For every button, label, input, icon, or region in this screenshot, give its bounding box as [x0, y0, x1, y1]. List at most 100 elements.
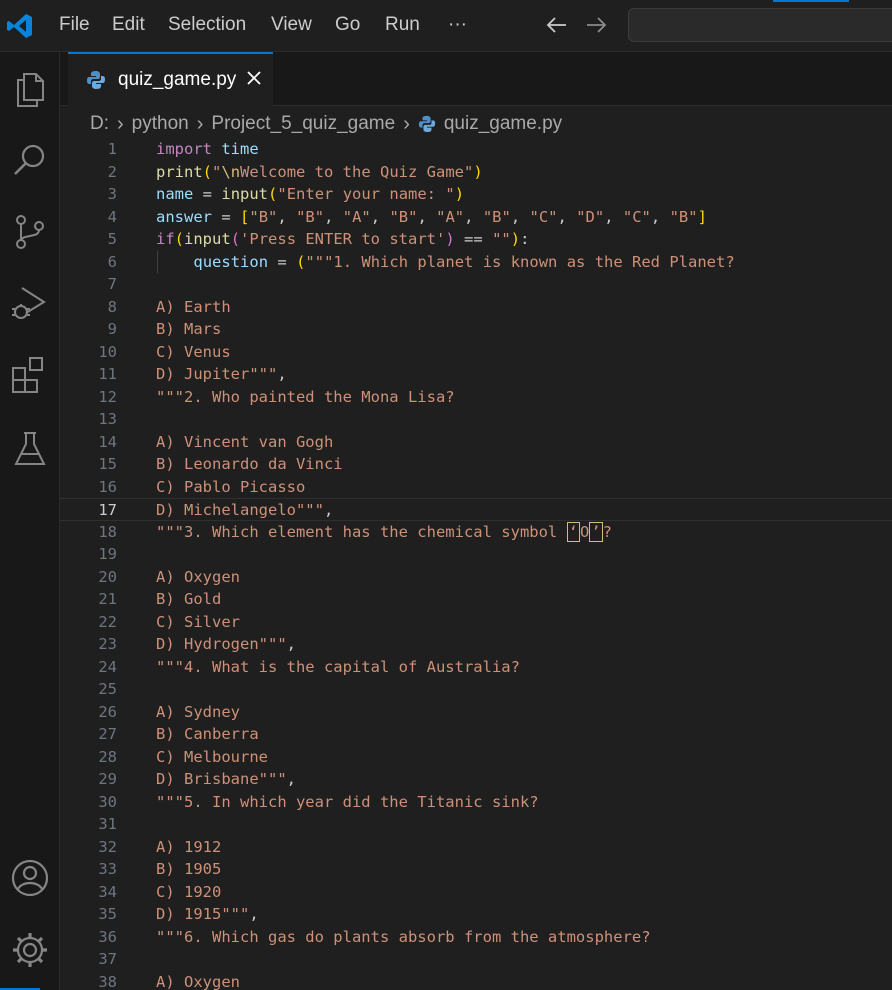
code-line[interactable]: 32 A) 1912: [60, 836, 892, 859]
line-number: 16: [98, 477, 117, 496]
line-number: 38: [98, 972, 117, 990]
source-control-icon[interactable]: [10, 212, 50, 252]
breadcrumb-file[interactable]: quiz_game.py: [444, 113, 562, 135]
code-text: """6. Which gas do plants absorb from th…: [156, 927, 651, 946]
code-line[interactable]: 10 C) Venus: [60, 341, 892, 364]
code-line[interactable]: 34 C) 1920: [60, 881, 892, 904]
code-line[interactable]: 26 A) Sydney: [60, 701, 892, 724]
line-number: 5: [107, 230, 117, 248]
line-number: 34: [98, 882, 117, 901]
testing-icon[interactable]: [10, 428, 50, 468]
code-line[interactable]: 29 D) Brisbane""",: [60, 768, 892, 791]
code-line[interactable]: 11 D) Jupiter""",: [60, 363, 892, 386]
menu-selection[interactable]: Selection: [168, 14, 246, 36]
code-line[interactable]: 2 print("\nWelcome to the Quiz Game"): [60, 161, 892, 184]
code-line[interactable]: 5 if(input('Press ENTER to start') == "")…: [60, 228, 892, 251]
code-text: """3. Which element has the chemical sym…: [156, 521, 612, 542]
breadcrumb-folder-python[interactable]: python: [132, 113, 189, 135]
command-center-search[interactable]: [628, 8, 892, 42]
code-line[interactable]: 25: [60, 678, 892, 701]
menu-edit[interactable]: Edit: [112, 14, 145, 36]
code-line[interactable]: 24 """4. What is the capital of Australia…: [60, 656, 892, 679]
code-line[interactable]: 8 A) Earth: [60, 296, 892, 319]
line-number: 2: [107, 162, 117, 181]
menu-view[interactable]: View: [271, 14, 312, 36]
line-number: 32: [98, 837, 117, 856]
code-line[interactable]: 19: [60, 543, 892, 566]
code-line[interactable]: 21 B) Gold: [60, 588, 892, 611]
code-line[interactable]: 18 """3. Which element has the chemical s…: [60, 521, 892, 544]
menu-more[interactable]: ···: [448, 14, 467, 36]
forward-arrow-icon[interactable]: [583, 12, 609, 38]
code-text: name = input("Enter your name: "): [156, 185, 465, 203]
breadcrumb-folder-project[interactable]: Project_5_quiz_game: [211, 113, 395, 135]
extensions-icon[interactable]: [10, 354, 50, 394]
code-line[interactable]: 38 A) Oxygen: [60, 971, 892, 990]
line-number: 9: [107, 320, 117, 338]
line-number: 18: [98, 522, 117, 541]
explorer-icon[interactable]: [10, 68, 50, 108]
close-icon[interactable]: [244, 68, 264, 88]
code-line[interactable]: 23 D) Hydrogen""",: [60, 633, 892, 656]
code-line[interactable]: 13: [60, 408, 892, 431]
code-line[interactable]: 9 B) Mars: [60, 318, 892, 341]
line-number: 37: [98, 950, 117, 968]
code-text: A) Earth: [156, 297, 231, 316]
tab-label: quiz_game.py: [118, 69, 237, 90]
editor-tab-bar: quiz_game.py: [60, 52, 892, 106]
search-icon[interactable]: [10, 140, 50, 180]
code-line[interactable]: 12 """2. Who painted the Mona Lisa?: [60, 386, 892, 409]
menu-file[interactable]: File: [59, 14, 90, 36]
code-text: B) Leonardo da Vinci: [156, 455, 343, 473]
line-number: 8: [107, 297, 117, 316]
line-number: 14: [98, 432, 117, 451]
run-debug-icon[interactable]: [10, 282, 50, 322]
line-number: 19: [98, 545, 117, 563]
code-line[interactable]: 27 B) Canberra: [60, 723, 892, 746]
code-line[interactable]: 16 C) Pablo Picasso: [60, 476, 892, 499]
code-text: import time: [156, 140, 259, 158]
back-arrow-icon[interactable]: [544, 12, 570, 38]
code-line[interactable]: 30 """5. In which year did the Titanic si…: [60, 791, 892, 814]
code-text: answer = ["B", "B", "A", "B", "A", "B", …: [156, 207, 707, 226]
code-text: question = ("""1. Which planet is known …: [193, 252, 735, 271]
code-line[interactable]: 20 A) Oxygen: [60, 566, 892, 589]
code-text: A) Oxygen: [156, 972, 240, 990]
code-line[interactable]: 22 C) Silver: [60, 611, 892, 634]
code-line[interactable]: 36 """6. Which gas do plants absorb from …: [60, 926, 892, 949]
code-line[interactable]: 35 D) 1915""",: [60, 903, 892, 926]
line-number: 11: [98, 365, 117, 383]
code-text: D) Jupiter""",: [156, 365, 287, 383]
breadcrumb: D: › python › Project_5_quiz_game › quiz…: [90, 112, 562, 136]
code-line[interactable]: 1 import time: [60, 138, 892, 161]
code-editor[interactable]: 1 import time 2 print("\nWelcome to the Qui…: [60, 138, 892, 990]
line-number: 21: [98, 590, 117, 608]
code-line[interactable]: 28 C) Melbourne: [60, 746, 892, 769]
settings-gear-icon[interactable]: [10, 930, 50, 970]
breadcrumb-drive[interactable]: D:: [90, 113, 109, 135]
code-line[interactable]: 17 D) Michelangelo""",: [60, 498, 892, 521]
chevron-right-icon: ›: [196, 112, 204, 135]
code-text: A) Sydney: [156, 702, 240, 721]
line-number: 30: [98, 792, 117, 811]
tab-quiz-game-py[interactable]: quiz_game.py: [68, 52, 273, 106]
code-text: B) Gold: [156, 590, 222, 608]
line-number: 7: [107, 275, 117, 293]
code-line[interactable]: 37: [60, 948, 892, 971]
code-line[interactable]: 33 B) 1905: [60, 858, 892, 881]
code-line[interactable]: 31: [60, 813, 892, 836]
code-text: A) Vincent van Gogh: [156, 432, 334, 451]
menu-go[interactable]: Go: [335, 14, 360, 36]
account-icon[interactable]: [10, 858, 50, 898]
code-line[interactable]: 15 B) Leonardo da Vinci: [60, 453, 892, 476]
code-line[interactable]: 4 answer = ["B", "B", "A", "B", "A", "B",…: [60, 206, 892, 229]
code-line[interactable]: 7: [60, 273, 892, 296]
menu-run[interactable]: Run: [385, 14, 420, 36]
line-number: 28: [98, 747, 117, 766]
line-number: 33: [98, 860, 117, 878]
code-line[interactable]: 14 A) Vincent van Gogh: [60, 431, 892, 454]
code-line[interactable]: 3 name = input("Enter your name: "): [60, 183, 892, 206]
code-text: D) 1915""",: [156, 905, 259, 923]
code-text: B) Canberra: [156, 725, 259, 743]
code-line[interactable]: 6 question = ("""1. Which planet is know…: [60, 251, 892, 274]
